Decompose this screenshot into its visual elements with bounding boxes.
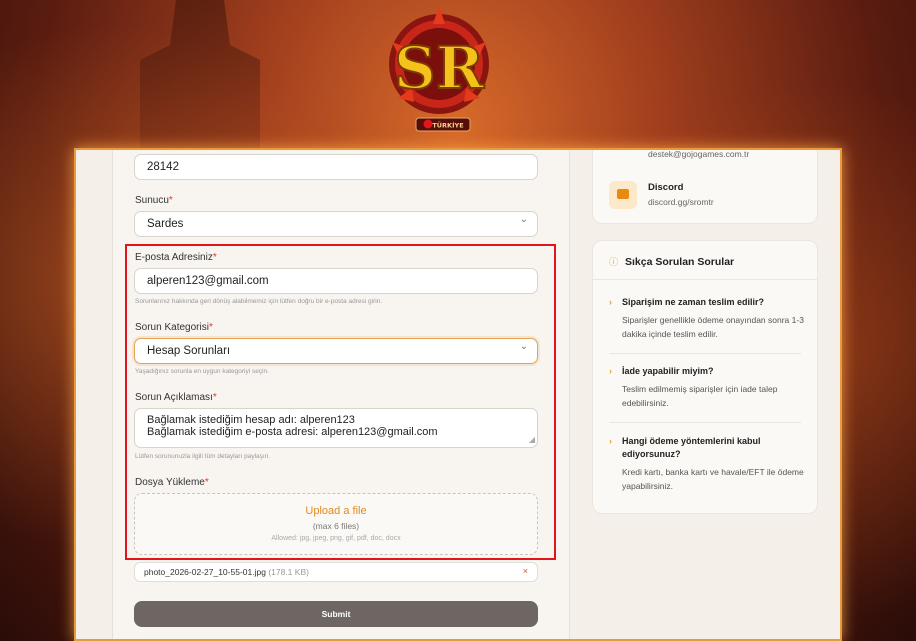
main-panel: 28142 Sunucu* Sardes E-posta Adresiniz* … xyxy=(74,148,842,641)
faq-answer: Teslim edilmemiş siparişler için iade ta… xyxy=(622,384,778,408)
file-size: (178.1 KB) xyxy=(268,567,309,577)
zip-field[interactable]: 28142 xyxy=(134,154,538,180)
zip-value: 28142 xyxy=(147,161,179,173)
faq-separator xyxy=(609,422,801,423)
remove-file-icon[interactable]: × xyxy=(523,566,528,576)
file-name: photo_2026-02-27_10-55-01.jpg xyxy=(144,567,266,577)
server-select[interactable]: Sardes xyxy=(134,211,538,237)
question-circle-icon: ⓘ xyxy=(609,257,619,267)
highlight-box xyxy=(125,244,556,560)
contact-card: destek@gojogames.com.tr Discord discord.… xyxy=(592,150,818,224)
uploaded-file-row: photo_2026-02-27_10-55-01.jpg (178.1 KB)… xyxy=(134,562,538,582)
faq-answer: Siparişler genellikle ödeme onayından so… xyxy=(622,315,804,339)
chevron-right-icon: › xyxy=(609,436,612,446)
server-value: Sardes xyxy=(147,218,184,230)
chevron-right-icon: › xyxy=(609,297,612,307)
server-label: Sunucu* xyxy=(135,195,173,206)
discord-icon xyxy=(609,181,637,209)
contact-email[interactable]: destek@gojogames.com.tr xyxy=(648,150,749,159)
discord-link[interactable]: discord.gg/sromtr xyxy=(648,197,714,207)
chevron-right-icon: › xyxy=(609,366,612,376)
faq-question: Siparişim ne zaman teslim edilir? xyxy=(622,297,765,307)
brand-logo[interactable]: SR TÜRKİYE xyxy=(378,2,500,142)
submit-button[interactable]: Submit xyxy=(134,601,538,627)
logo-banner-text: TÜRKİYE xyxy=(432,121,463,130)
faq-title: ⓘ Sıkça Sorulan Sorular xyxy=(609,256,735,268)
faq-item[interactable]: › Hangi ödeme yöntemlerini kabul ediyorsu… xyxy=(609,435,805,493)
faq-separator xyxy=(609,353,801,354)
faq-question: İade yapabilir miyim? xyxy=(622,366,714,376)
faq-question: Hangi ödeme yöntemlerini kabul ediyorsun… xyxy=(622,436,761,459)
faq-divider xyxy=(593,279,817,280)
faq-card: ⓘ Sıkça Sorulan Sorular › Siparişim ne zam… xyxy=(592,240,818,514)
faq-answer: Kredi kartı, banka kartı ve havale/EFT i… xyxy=(622,467,804,491)
logo-text: SR xyxy=(394,34,485,102)
faq-item[interactable]: › İade yapabilir miyim? Teslim edilmemiş … xyxy=(609,365,805,410)
faq-item[interactable]: › Siparişim ne zaman teslim edilir? Sipar… xyxy=(609,296,805,341)
discord-title: Discord xyxy=(648,182,684,193)
